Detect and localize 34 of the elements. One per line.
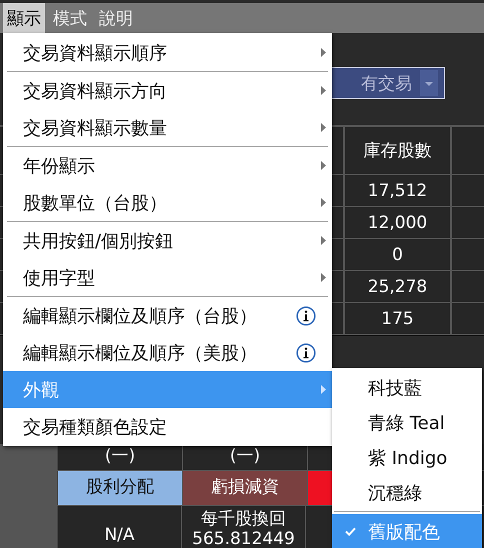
menu-item[interactable]: 科技藍 [332, 370, 482, 405]
info-icon [296, 306, 316, 326]
submenu-arrow-icon [321, 236, 326, 245]
submenu-arrow-icon [321, 161, 326, 170]
type-tag: 虧損減資 [183, 471, 308, 505]
table-cell: 0 [345, 239, 452, 270]
menu-item[interactable]: 編輯顯示欄位及順序（美股） [3, 334, 332, 371]
submenu-arrow-icon [321, 385, 326, 394]
menu-item[interactable]: 使用字型 [3, 259, 332, 296]
table-cell: 25,278 [345, 271, 452, 302]
column-header: 庫存股數 [345, 127, 452, 174]
menubar-item[interactable]: 顯示 [3, 3, 45, 33]
submenu-arrow-icon [321, 273, 326, 282]
submenu-arrow-icon [321, 123, 326, 132]
table-cell: 17,512 [345, 175, 452, 206]
menu-item[interactable]: 紫 Indigo [332, 440, 482, 475]
menu-item[interactable]: 交易種類顏色設定 [3, 408, 332, 445]
menubar-item[interactable]: 說明 [95, 3, 137, 33]
menu-item[interactable]: 共用按鈕/個別按鈕 [3, 222, 332, 259]
menu-item[interactable]: 青綠 Teal [332, 405, 482, 440]
info-icon [296, 342, 316, 362]
menu-item[interactable]: 交易資料顯示數量 [3, 109, 332, 146]
submenu-arrow-icon [321, 48, 326, 57]
type-tag: 股利分配 [58, 471, 183, 505]
table-cell: 12,000 [345, 207, 452, 238]
menu-item[interactable]: 編輯顯示欄位及順序（台股） [3, 297, 332, 334]
check-icon [344, 527, 356, 536]
menu-item[interactable]: 沉穩綠 [332, 475, 482, 510]
menu-item[interactable]: 年份顯示 [3, 147, 332, 184]
submenu-arrow-icon [321, 86, 326, 95]
table-cell: 175 [345, 303, 452, 334]
menu-item[interactable]: 股數單位（台股） [3, 184, 332, 221]
menubar-item[interactable]: 模式 [49, 3, 91, 33]
submenu-arrow-icon [321, 198, 326, 207]
